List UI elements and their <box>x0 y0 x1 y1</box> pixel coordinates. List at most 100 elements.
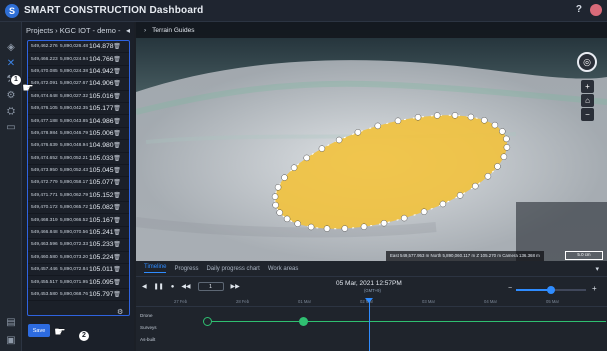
vertex-handle[interactable] <box>456 192 464 199</box>
vertex-handle[interactable] <box>434 112 441 119</box>
vertex-handle[interactable] <box>467 113 475 121</box>
vertex-handle[interactable] <box>281 174 288 181</box>
vertex-handle[interactable] <box>394 117 402 125</box>
cell-elevation[interactable]: 105.011 <box>88 266 113 273</box>
cell-elevation[interactable]: 104.766 <box>88 56 114 63</box>
collapse-timeline-icon[interactable]: ▾ <box>595 265 599 273</box>
vertex-handle[interactable] <box>494 163 501 170</box>
vertex-handle[interactable] <box>271 193 279 200</box>
trash-icon[interactable]: 🗑 <box>112 68 122 75</box>
user-avatar[interactable] <box>590 4 602 16</box>
cell-elevation[interactable]: 105.241 <box>88 229 114 236</box>
trash-icon[interactable]: 🗑 <box>112 254 122 261</box>
vertex-handle[interactable] <box>318 145 326 152</box>
vertex-handle[interactable] <box>500 153 508 160</box>
table-row[interactable]: 549,453.580 5,890,068.76 105.797 🗑 <box>28 289 129 302</box>
table-row[interactable]: 549,455.517 5,890,071.95 105.095 🗑 <box>28 276 129 289</box>
cell-elevation[interactable]: 104.986 <box>88 118 114 125</box>
expand-icon[interactable]: › <box>144 27 146 34</box>
table-row[interactable]: 549,477.188 5,890,043.85 104.986 🗑 <box>28 115 129 128</box>
timeline-zoom-out-icon[interactable]: − <box>508 285 512 292</box>
terrain-3d-viewer[interactable]: › Terrain Guides ◎ + ⌂ − East 549,577.95… <box>136 22 607 261</box>
stop-icon[interactable]: ● <box>171 284 175 290</box>
table-row[interactable]: 549,457.446 5,890,072.84 105.011 🗑 <box>28 264 129 277</box>
trash-icon[interactable]: 🗑 <box>112 80 122 87</box>
vertex-handle[interactable] <box>274 184 282 191</box>
table-row[interactable]: 549,476.105 5,890,042.35 105.177 🗑 <box>28 103 129 116</box>
table-row[interactable]: 549,476.639 5,890,048.94 104.980 🗑 <box>28 140 129 153</box>
vertex-handle[interactable] <box>439 200 447 208</box>
rewind-icon[interactable]: ◀◀ <box>181 283 190 290</box>
vertex-handle[interactable] <box>360 223 368 230</box>
pause-icon[interactable]: ❚❚ <box>154 283 164 290</box>
cell-elevation[interactable]: 105.152 <box>88 192 114 199</box>
vertex-handle[interactable] <box>503 144 511 151</box>
trash-icon[interactable]: 🗑 <box>112 279 122 286</box>
trash-icon[interactable]: 🗑 <box>112 179 122 186</box>
table-row[interactable]: 549,462.276 5,890,026.48 104.878 🗑 <box>28 41 129 54</box>
vertex-handle[interactable] <box>323 225 331 232</box>
settings-icon[interactable]: ⚙ <box>5 90 17 102</box>
trash-icon[interactable]: 🗑 <box>112 43 122 50</box>
table-row[interactable]: 549,474.648 5,890,027.32 105.016 🗑 <box>28 91 129 103</box>
cell-elevation[interactable]: 105.177 <box>88 105 114 112</box>
table-row[interactable]: 549,463.596 5,890,072.33 105.233 🗑 <box>28 239 129 252</box>
trash-icon[interactable]: 🗑 <box>112 241 122 248</box>
trash-icon[interactable]: 🗑 <box>112 192 122 199</box>
trash-icon[interactable]: 🗑 <box>112 291 122 298</box>
trash-icon[interactable]: 🗑 <box>112 229 122 236</box>
help-icon[interactable]: ? <box>576 4 582 16</box>
folder-icon[interactable]: ▭ <box>5 122 17 134</box>
compass-icon[interactable]: ◎ <box>577 52 597 72</box>
trash-icon[interactable]: 🗑 <box>112 204 122 211</box>
cell-elevation[interactable]: 104.906 <box>88 80 114 87</box>
vertex-handle[interactable] <box>481 117 488 124</box>
cell-elevation[interactable]: 104.878 <box>88 43 114 50</box>
vertex-handle[interactable] <box>374 122 382 130</box>
vertex-handle[interactable] <box>335 136 343 144</box>
trash-icon[interactable]: 🗑 <box>112 93 122 100</box>
cell-elevation[interactable]: 105.016 <box>88 93 114 100</box>
vertex-handle[interactable] <box>451 112 459 119</box>
vertex-handle[interactable] <box>290 164 298 171</box>
zoom-in-button[interactable]: + <box>581 80 594 93</box>
vertex-handle[interactable] <box>401 214 408 222</box>
vertex-handle[interactable] <box>491 121 499 129</box>
tab-work-areas[interactable]: Work areas <box>268 266 299 272</box>
timeline-event-selected[interactable] <box>299 317 308 326</box>
cell-elevation[interactable]: 105.082 <box>88 204 114 211</box>
table-row[interactable]: 549,474.652 5,890,052.21 105.033 🗑 <box>28 153 129 165</box>
cell-elevation[interactable]: 105.095 <box>88 279 114 286</box>
vertex-handle[interactable] <box>420 208 428 215</box>
vertex-handle[interactable] <box>414 114 422 121</box>
vertex-handle[interactable] <box>503 135 510 143</box>
table-row[interactable]: 549,468.319 5,890,066.52 105.167 🗑 <box>28 214 129 227</box>
cell-elevation[interactable]: 105.045 <box>88 167 114 174</box>
speed-input[interactable]: 1 <box>197 282 224 291</box>
vertex-handle[interactable] <box>283 215 291 223</box>
vertex-handle[interactable] <box>272 201 279 209</box>
vertex-handle[interactable] <box>484 173 492 180</box>
breadcrumb[interactable]: Projects › KGC IOT - demo - <box>22 22 134 38</box>
document-icon[interactable]: ▤ <box>5 317 17 329</box>
skip-back-icon[interactable]: ◀ <box>142 283 147 290</box>
table-row[interactable]: 549,470.085 5,890,024.38 104.942 🗑 <box>28 66 129 79</box>
trash-icon[interactable]: 🗑 <box>112 217 122 224</box>
table-row[interactable]: 549,466.848 5,890,070.56 105.241 🗑 <box>28 227 129 240</box>
export-icon[interactable]: ▣ <box>5 335 17 347</box>
trash-icon[interactable]: 🗑 <box>112 155 122 162</box>
table-row[interactable]: 549,470.172 5,890,065.72 105.082 🗑 <box>28 202 129 215</box>
cell-elevation[interactable]: 105.167 <box>88 217 114 224</box>
cell-elevation[interactable]: 104.942 <box>88 68 114 75</box>
machine-icon[interactable]: ⛭ <box>5 106 17 118</box>
playhead-marker-icon[interactable] <box>365 298 373 303</box>
vertex-handle[interactable] <box>341 225 349 232</box>
timeline-playhead[interactable] <box>369 299 370 351</box>
home-view-button[interactable]: ⌂ <box>581 94 594 107</box>
save-button[interactable]: Save <box>28 324 50 337</box>
table-row[interactable]: 549,466.223 5,890,024.94 104.766 🗑 <box>28 53 129 66</box>
table-row[interactable]: 549,472.091 5,890,027.67 104.906 🗑 <box>28 78 129 91</box>
vertex-handle[interactable] <box>499 128 506 135</box>
vertex-handle[interactable] <box>354 129 362 136</box>
vertex-handle[interactable] <box>307 223 315 231</box>
